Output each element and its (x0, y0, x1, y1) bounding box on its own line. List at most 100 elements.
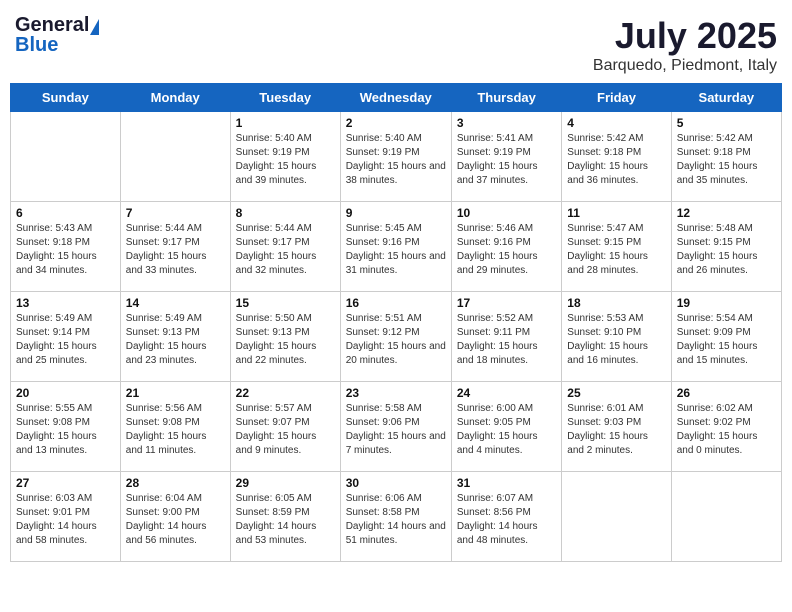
day-detail: Sunrise: 5:57 AM Sunset: 9:07 PM Dayligh… (236, 402, 335, 458)
day-detail: Sunrise: 6:00 AM Sunset: 9:05 PM Dayligh… (457, 402, 556, 458)
calendar-cell: 18Sunrise: 5:53 AM Sunset: 9:10 PM Dayli… (562, 292, 671, 382)
day-number: 14 (126, 296, 225, 310)
day-detail: Sunrise: 6:06 AM Sunset: 8:58 PM Dayligh… (346, 492, 446, 548)
day-detail: Sunrise: 5:41 AM Sunset: 9:19 PM Dayligh… (457, 132, 556, 188)
calendar-cell: 24Sunrise: 6:00 AM Sunset: 9:05 PM Dayli… (451, 382, 561, 472)
page-header: General Blue July 2025 Barquedo, Piedmon… (10, 10, 782, 75)
day-detail: Sunrise: 5:51 AM Sunset: 9:12 PM Dayligh… (346, 312, 446, 368)
calendar-table: SundayMondayTuesdayWednesdayThursdayFrid… (10, 83, 782, 562)
calendar-cell: 20 Sunrise: 5:55 AM Sunset: 9:08 PM Dayli… (11, 382, 121, 472)
calendar-cell: 1Sunrise: 5:40 AM Sunset: 9:19 PM Daylig… (230, 112, 340, 202)
day-detail: Sunrise: 5:56 AM Sunset: 9:08 PM Dayligh… (126, 402, 225, 458)
calendar-week-row: 13 Sunrise: 5:49 AM Sunset: 9:14 PM Dayli… (11, 292, 782, 382)
logo-blue-text: Blue (15, 35, 58, 55)
calendar-week-row: 6 Sunrise: 5:43 AM Sunset: 9:18 PM Daylig… (11, 202, 782, 292)
weekday-header-saturday: Saturday (671, 84, 781, 112)
calendar-cell (120, 112, 230, 202)
weekday-header-row: SundayMondayTuesdayWednesdayThursdayFrid… (11, 84, 782, 112)
day-detail: Sunrise: 5:42 AM Sunset: 9:18 PM Dayligh… (677, 132, 776, 188)
day-number: 20 (16, 386, 115, 400)
day-number: 4 (567, 116, 665, 130)
day-number: 15 (236, 296, 335, 310)
calendar-cell: 19 Sunrise: 5:54 AM Sunset: 9:09 PM Dayli… (671, 292, 781, 382)
calendar-cell: 31 Sunrise: 6:07 AM Sunset: 8:56 PM Dayli… (451, 472, 561, 562)
day-detail: Sunrise: 5:43 AM Sunset: 9:18 PM Dayligh… (16, 222, 115, 278)
calendar-cell: 26 Sunrise: 6:02 AM Sunset: 9:02 PM Dayli… (671, 382, 781, 472)
day-number: 8 (236, 206, 335, 220)
weekday-header-wednesday: Wednesday (340, 84, 451, 112)
calendar-cell: 30 Sunrise: 6:06 AM Sunset: 8:58 PM Dayli… (340, 472, 451, 562)
calendar-cell: 3 Sunrise: 5:41 AM Sunset: 9:19 PM Daylig… (451, 112, 561, 202)
day-detail: Sunrise: 5:45 AM Sunset: 9:16 PM Dayligh… (346, 222, 446, 278)
day-detail: Sunrise: 5:55 AM Sunset: 9:08 PM Dayligh… (16, 402, 115, 458)
day-detail: Sunrise: 5:42 AM Sunset: 9:18 PM Dayligh… (567, 132, 665, 188)
day-number: 6 (16, 206, 115, 220)
calendar-cell: 11 Sunrise: 5:47 AM Sunset: 9:15 PM Dayli… (562, 202, 671, 292)
day-number: 27 (16, 476, 115, 490)
day-number: 2 (346, 116, 446, 130)
logo: General Blue (15, 15, 99, 55)
weekday-header-tuesday: Tuesday (230, 84, 340, 112)
day-detail: Sunrise: 5:49 AM Sunset: 9:14 PM Dayligh… (16, 312, 115, 368)
day-number: 26 (677, 386, 776, 400)
day-detail: Sunrise: 5:50 AM Sunset: 9:13 PM Dayligh… (236, 312, 335, 368)
calendar-week-row: 1 Sunrise: 5:40 AM Sunset: 9:19 PM Daylig… (11, 112, 782, 202)
title-section: July 2025 Barquedo, Piedmont, Italy (593, 15, 777, 75)
day-number: 22 (236, 386, 335, 400)
calendar-cell: 8Sunrise: 5:44 AM Sunset: 9:17 PM Daylig… (230, 202, 340, 292)
calendar-cell: 17 Sunrise: 5:52 AM Sunset: 9:11 PM Dayli… (451, 292, 561, 382)
calendar-cell: 6 Sunrise: 5:43 AM Sunset: 9:18 PM Daylig… (11, 202, 121, 292)
day-number: 25 (567, 386, 665, 400)
day-number: 1 (236, 116, 335, 130)
day-detail: Sunrise: 6:03 AM Sunset: 9:01 PM Dayligh… (16, 492, 115, 548)
location: Barquedo, Piedmont, Italy (593, 57, 777, 75)
day-detail: Sunrise: 5:44 AM Sunset: 9:17 PM Dayligh… (126, 222, 225, 278)
day-number: 31 (457, 476, 556, 490)
calendar-cell: 23Sunrise: 5:58 AM Sunset: 9:06 PM Dayli… (340, 382, 451, 472)
day-number: 30 (346, 476, 446, 490)
calendar-cell: 15 Sunrise: 5:50 AM Sunset: 9:13 PM Dayli… (230, 292, 340, 382)
day-number: 11 (567, 206, 665, 220)
calendar-cell: 22 Sunrise: 5:57 AM Sunset: 9:07 PM Dayli… (230, 382, 340, 472)
month-title: July 2025 (593, 15, 777, 57)
day-detail: Sunrise: 5:52 AM Sunset: 9:11 PM Dayligh… (457, 312, 556, 368)
day-detail: Sunrise: 6:02 AM Sunset: 9:02 PM Dayligh… (677, 402, 776, 458)
weekday-header-thursday: Thursday (451, 84, 561, 112)
day-detail: Sunrise: 5:46 AM Sunset: 9:16 PM Dayligh… (457, 222, 556, 278)
calendar-week-row: 20 Sunrise: 5:55 AM Sunset: 9:08 PM Dayli… (11, 382, 782, 472)
day-number: 5 (677, 116, 776, 130)
day-detail: Sunrise: 6:07 AM Sunset: 8:56 PM Dayligh… (457, 492, 556, 548)
day-detail: Sunrise: 5:47 AM Sunset: 9:15 PM Dayligh… (567, 222, 665, 278)
calendar-cell: 29 Sunrise: 6:05 AM Sunset: 8:59 PM Dayli… (230, 472, 340, 562)
calendar-cell: 28Sunrise: 6:04 AM Sunset: 9:00 PM Dayli… (120, 472, 230, 562)
day-number: 19 (677, 296, 776, 310)
calendar-cell: 7Sunrise: 5:44 AM Sunset: 9:17 PM Daylig… (120, 202, 230, 292)
calendar-week-row: 27 Sunrise: 6:03 AM Sunset: 9:01 PM Dayli… (11, 472, 782, 562)
calendar-cell (11, 112, 121, 202)
calendar-cell: 9 Sunrise: 5:45 AM Sunset: 9:16 PM Daylig… (340, 202, 451, 292)
day-number: 21 (126, 386, 225, 400)
weekday-header-monday: Monday (120, 84, 230, 112)
day-number: 13 (16, 296, 115, 310)
calendar-cell (562, 472, 671, 562)
weekday-header-sunday: Sunday (11, 84, 121, 112)
calendar-cell (671, 472, 781, 562)
day-detail: Sunrise: 6:05 AM Sunset: 8:59 PM Dayligh… (236, 492, 335, 548)
day-number: 29 (236, 476, 335, 490)
day-number: 9 (346, 206, 446, 220)
day-number: 3 (457, 116, 556, 130)
logo-triangle-icon (90, 19, 99, 35)
day-detail: Sunrise: 5:53 AM Sunset: 9:10 PM Dayligh… (567, 312, 665, 368)
day-number: 10 (457, 206, 556, 220)
calendar-cell: 16 Sunrise: 5:51 AM Sunset: 9:12 PM Dayli… (340, 292, 451, 382)
calendar-cell: 5 Sunrise: 5:42 AM Sunset: 9:18 PM Daylig… (671, 112, 781, 202)
calendar-cell: 13 Sunrise: 5:49 AM Sunset: 9:14 PM Dayli… (11, 292, 121, 382)
day-detail: Sunrise: 5:54 AM Sunset: 9:09 PM Dayligh… (677, 312, 776, 368)
day-number: 17 (457, 296, 556, 310)
logo-general-text: General (15, 15, 89, 35)
day-detail: Sunrise: 5:48 AM Sunset: 9:15 PM Dayligh… (677, 222, 776, 278)
day-detail: Sunrise: 5:40 AM Sunset: 9:19 PM Dayligh… (346, 132, 446, 188)
calendar-cell: 25Sunrise: 6:01 AM Sunset: 9:03 PM Dayli… (562, 382, 671, 472)
day-number: 23 (346, 386, 446, 400)
day-number: 16 (346, 296, 446, 310)
